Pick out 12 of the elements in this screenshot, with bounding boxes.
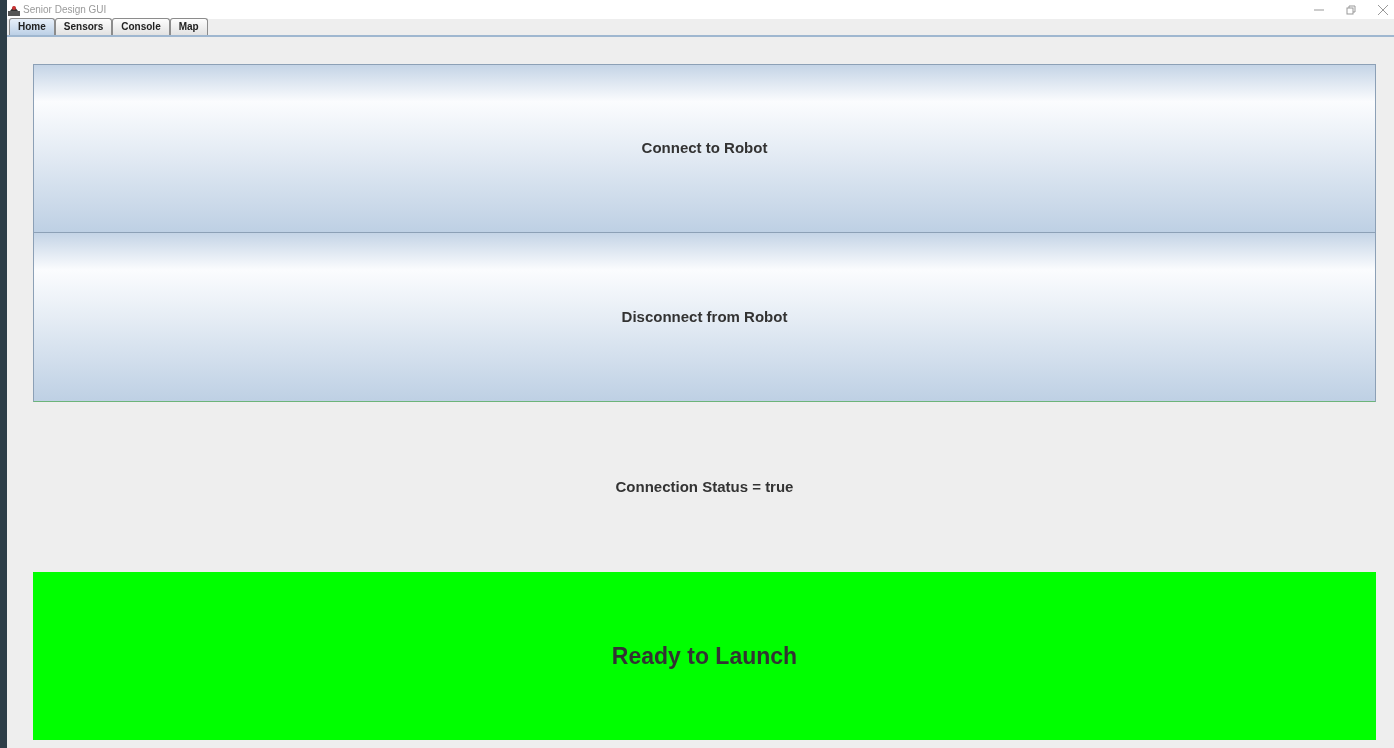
restore-icon[interactable] <box>1346 4 1356 15</box>
tab[interactable]: Home <box>9 18 55 35</box>
launch-status-panel: Ready to Launch <box>33 572 1376 740</box>
connect-button[interactable]: Connect to Robot <box>33 64 1376 233</box>
tab[interactable]: Console <box>112 18 170 35</box>
tab[interactable]: Map <box>169 18 208 35</box>
window-title: Senior Design GUI <box>23 3 107 17</box>
disconnect-button[interactable]: Disconnect from Robot <box>33 233 1376 402</box>
close-icon[interactable] <box>1378 4 1388 15</box>
tab[interactable]: Sensors <box>54 18 113 35</box>
app-icon <box>8 3 20 16</box>
connection-status-label: Connection Status = true <box>615 476 794 497</box>
